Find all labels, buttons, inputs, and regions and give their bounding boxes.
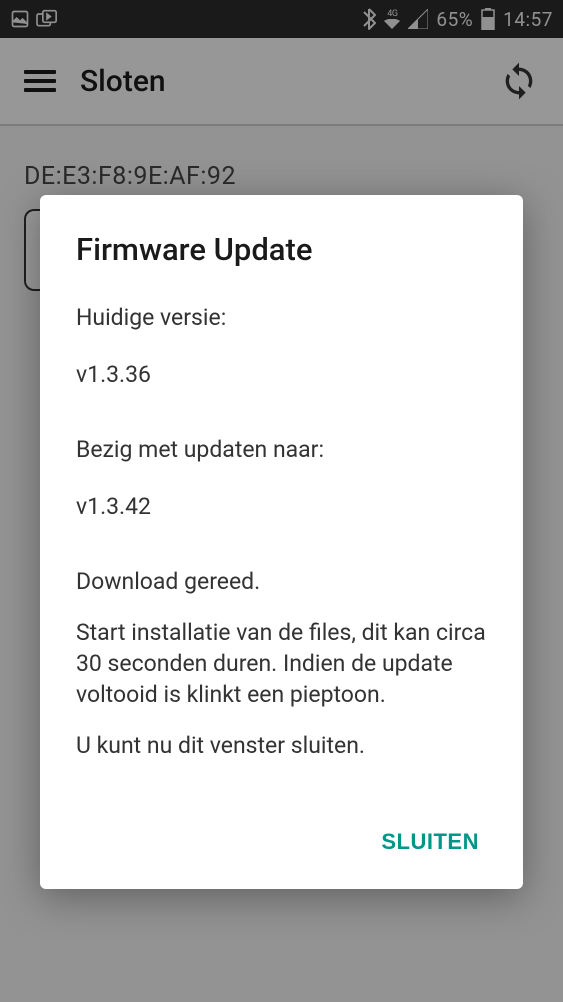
current-version-value: v1.3.36 [76,359,487,390]
dialog-title: Firmware Update [76,231,487,268]
target-version-label: Bezig met updaten naar: [76,434,487,465]
download-status: Download gereed. [76,566,487,597]
close-button[interactable]: SLUITEN [373,819,487,865]
target-version-value: v1.3.42 [76,491,487,522]
current-version-label: Huidige versie: [76,302,487,333]
firmware-update-dialog: Firmware Update Huidige versie: v1.3.36 … [40,195,523,889]
close-hint: U kunt nu dit venster sluiten. [76,730,487,761]
dialog-actions: SLUITEN [76,819,487,865]
dialog-body: Huidige versie: v1.3.36 Bezig met update… [76,302,487,787]
install-message: Start installatie van de files, dit kan … [76,617,487,710]
